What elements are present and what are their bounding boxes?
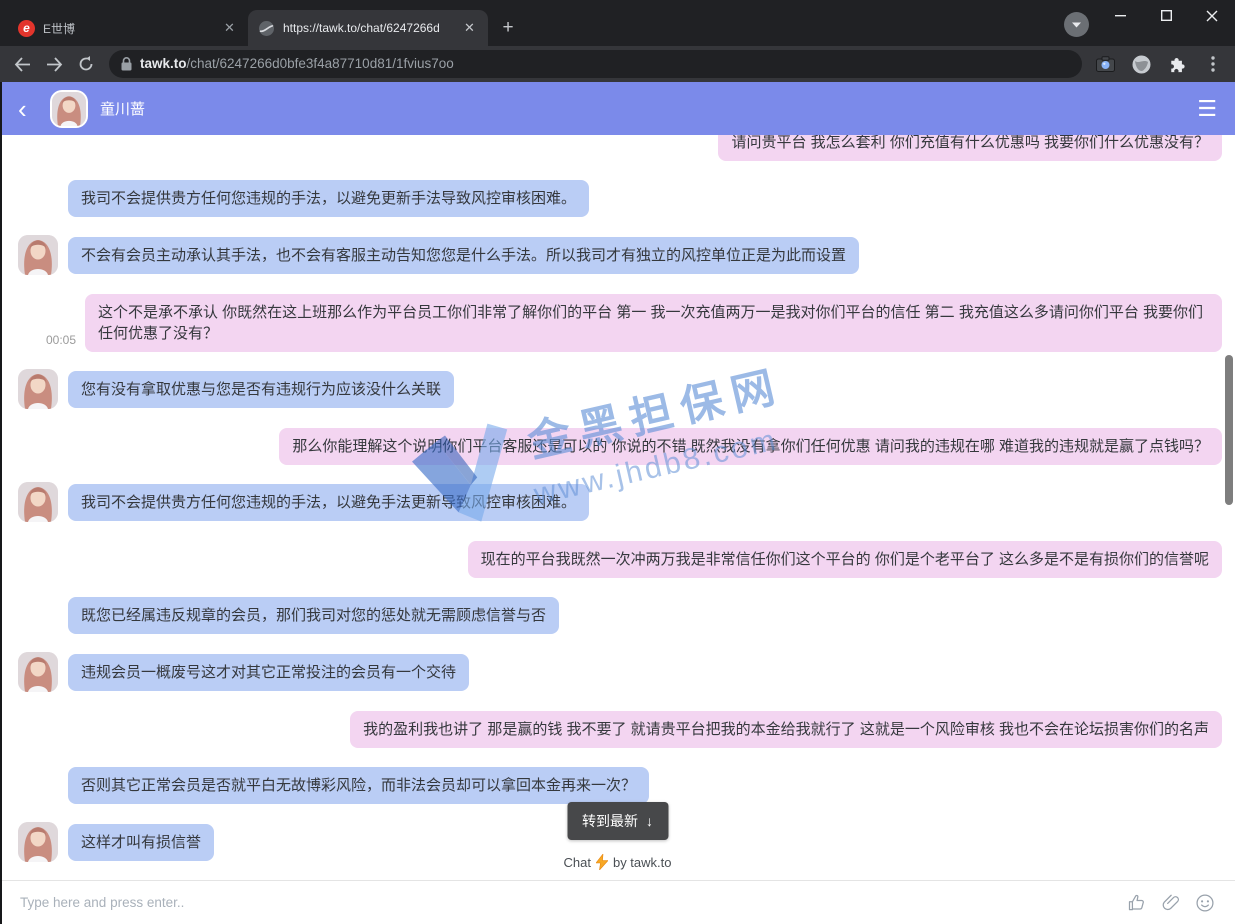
down-arrow-icon: ↓: [646, 813, 653, 829]
composer-icons: [1127, 893, 1215, 913]
window-controls: [1097, 0, 1235, 31]
agent-avatar: [18, 235, 58, 275]
agent-avatar: [18, 482, 58, 522]
eshibo-favicon-icon: e: [18, 20, 35, 37]
message-row: 我的盈利我也讲了 那是赢的钱 我不要了 就请贵平台把我的本金给我就行了 这就是一…: [18, 711, 1222, 748]
message-timestamp: 00:05: [46, 333, 76, 347]
chat-menu-button[interactable]: ☰: [1197, 98, 1217, 120]
chat-scrollbar-thumb[interactable]: [1225, 355, 1233, 505]
tab-strip: e E世博 ✕ https://tawk.to/chat/6247266d ✕ …: [0, 0, 522, 46]
message-bubble: 您有没有拿取优惠与您是否有违规行为应该没什么关联: [68, 371, 454, 408]
agent-avatar: [18, 652, 58, 692]
url-host: tawk.to: [140, 56, 187, 71]
tab-eshibo[interactable]: e E世博 ✕: [8, 10, 248, 46]
agent-avatar: [50, 90, 88, 128]
agent-avatar: [18, 369, 58, 409]
browser-toolbar: tawk.to/chat/6247266d0bfe3f4a87710d81/1f…: [0, 46, 1235, 82]
message-row: 我司不会提供贵方任何您违规的手法，以避免更新手法导致风控审核困难。: [18, 180, 1222, 218]
message-bubble: 我司不会提供贵方任何您违规的手法，以避免手法更新导致风控审核困难。: [68, 484, 589, 521]
lock-icon: [121, 57, 132, 71]
branding-by-label: by tawk.to: [613, 855, 672, 870]
tab-close-icon[interactable]: ✕: [461, 20, 478, 37]
emoji-button[interactable]: [1195, 893, 1215, 913]
jump-to-latest-label: 转到最新: [582, 811, 638, 831]
message-row: 您有没有拿取优惠与您是否有违规行为应该没什么关联: [18, 371, 1222, 409]
message-bubble: 现在的平台我既然一次冲两万我是非常信任你们这个平台的 你们是个老平台了 这么多是…: [468, 541, 1222, 578]
tawk-branding-link[interactable]: Chat by tawk.to: [0, 854, 1235, 870]
agent-name: 童川蔷: [100, 98, 145, 119]
message-row: 现在的平台我既然一次冲两万我是非常信任你们这个平台的 你们是个老平台了 这么多是…: [18, 541, 1222, 578]
chat-header: ‹ 童川蔷 ☰: [0, 82, 1235, 135]
globe-favicon-icon: [258, 20, 275, 37]
close-button[interactable]: [1189, 0, 1235, 31]
browser-menu-button[interactable]: [1198, 49, 1228, 79]
url-text: tawk.to/chat/6247266d0bfe3f4a87710d81/1f…: [140, 55, 454, 73]
message-row: 请问贵平台 我怎么套利 你们充值有什么优惠吗 我要你们什么优惠没有？: [18, 135, 1222, 161]
message-row: 否则其它正常会员是否就平白无故博彩风险，而非法会员却可以拿回本金再来一次？: [18, 767, 1222, 805]
tab-title: E世博: [43, 20, 213, 37]
message-row: 那么你能理解这个说明你们平台客服还是可以的 你说的不错 既然我没有拿你们任何优惠…: [18, 428, 1222, 465]
back-button[interactable]: [7, 49, 37, 79]
message-bubble: 那么你能理解这个说明你们平台客服还是可以的 你说的不错 既然我没有拿你们任何优惠…: [279, 428, 1222, 465]
message-bubble: 不会有会员主动承认其手法，也不会有客服主动告知您您是什么手法。所以我司才有独立的…: [68, 237, 859, 274]
reload-icon: [78, 56, 94, 72]
toolbar-extensions: [1090, 49, 1228, 79]
tab-tawk-chat[interactable]: https://tawk.to/chat/6247266d ✕: [248, 10, 488, 46]
thumbs-up-button[interactable]: [1127, 893, 1147, 913]
attachment-button[interactable]: [1161, 893, 1181, 913]
chat-back-button[interactable]: ‹: [18, 96, 44, 122]
message-list: 请问贵平台 我怎么套利 你们充值有什么优惠吗 我要你们什么优惠没有？ 我司不会提…: [0, 135, 1235, 862]
message-row: 我司不会提供贵方任何您违规的手法，以避免手法更新导致风控审核困难。: [18, 484, 1222, 522]
new-tab-button[interactable]: +: [494, 14, 522, 42]
message-row: 违规会员一概废号这才对其它正常投注的会员有一个交待: [18, 654, 1222, 692]
message-row: 不会有会员主动承认其手法，也不会有客服主动告知您您是什么手法。所以我司才有独立的…: [18, 237, 1222, 275]
forward-arrow-icon: [46, 57, 63, 72]
globe-avatar-icon: [1132, 55, 1151, 74]
back-arrow-icon: [14, 57, 31, 72]
message-bubble: 请问贵平台 我怎么套利 你们充值有什么优惠吗 我要你们什么优惠没有？: [718, 135, 1222, 161]
message-bubble: 我司不会提供贵方任何您违规的手法，以避免更新手法导致风控审核困难。: [68, 180, 589, 217]
message-bubble: 我的盈利我也讲了 那是赢的钱 我不要了 就请贵平台把我的本金给我就行了 这就是一…: [350, 711, 1222, 748]
tab-title: https://tawk.to/chat/6247266d: [283, 21, 453, 35]
composer-bar: [0, 880, 1235, 924]
profile-button[interactable]: [1126, 49, 1156, 79]
message-bubble: 否则其它正常会员是否就平白无故博彩风险，而非法会员却可以拿回本金再来一次？: [68, 767, 649, 804]
camera-icon: [1096, 56, 1115, 72]
message-bubble: 既您已经属违反规章的会员，那们我司对您的惩处就无需顾虑信誉与否: [68, 597, 559, 634]
message-input[interactable]: [20, 895, 1112, 910]
address-bar[interactable]: tawk.to/chat/6247266d0bfe3f4a87710d81/1f…: [109, 50, 1082, 78]
maximize-button[interactable]: [1143, 0, 1189, 31]
screenshot-extension-button[interactable]: [1090, 49, 1120, 79]
jump-to-latest-button[interactable]: 转到最新 ↓: [567, 802, 668, 840]
browser-titlebar: e E世博 ✕ https://tawk.to/chat/6247266d ✕ …: [0, 0, 1235, 46]
reload-button[interactable]: [71, 49, 101, 79]
caret-down-icon: [1071, 21, 1082, 29]
tab-close-icon[interactable]: ✕: [221, 20, 238, 37]
message-bubble: 违规会员一概废号这才对其它正常投注的会员有一个交待: [68, 654, 469, 691]
message-row: 00:05 这个不是承不承认 你既然在这上班那么作为平台员工你们非常了解你们的平…: [18, 294, 1222, 352]
extensions-button[interactable]: [1162, 49, 1192, 79]
chat-body: 请问贵平台 我怎么套利 你们充值有什么优惠吗 我要你们什么优惠没有？ 我司不会提…: [0, 135, 1235, 880]
message-row: 既您已经属违反规章的会员，那们我司对您的惩处就无需顾虑信誉与否: [18, 597, 1222, 635]
forward-button[interactable]: [39, 49, 69, 79]
puzzle-icon: [1168, 55, 1186, 73]
media-controls-button[interactable]: [1064, 12, 1089, 37]
window-left-edge: [0, 82, 2, 924]
branding-chat-label: Chat: [564, 855, 591, 870]
lightning-bolt-icon: [596, 854, 608, 870]
kebab-menu-icon: [1211, 56, 1215, 72]
minimize-button[interactable]: [1097, 0, 1143, 31]
message-bubble: 这个不是承不承认 你既然在这上班那么作为平台员工你们非常了解你们的平台 第一 我…: [85, 294, 1222, 352]
url-path: /chat/6247266d0bfe3f4a87710d81/1fvius7oo: [187, 56, 454, 71]
